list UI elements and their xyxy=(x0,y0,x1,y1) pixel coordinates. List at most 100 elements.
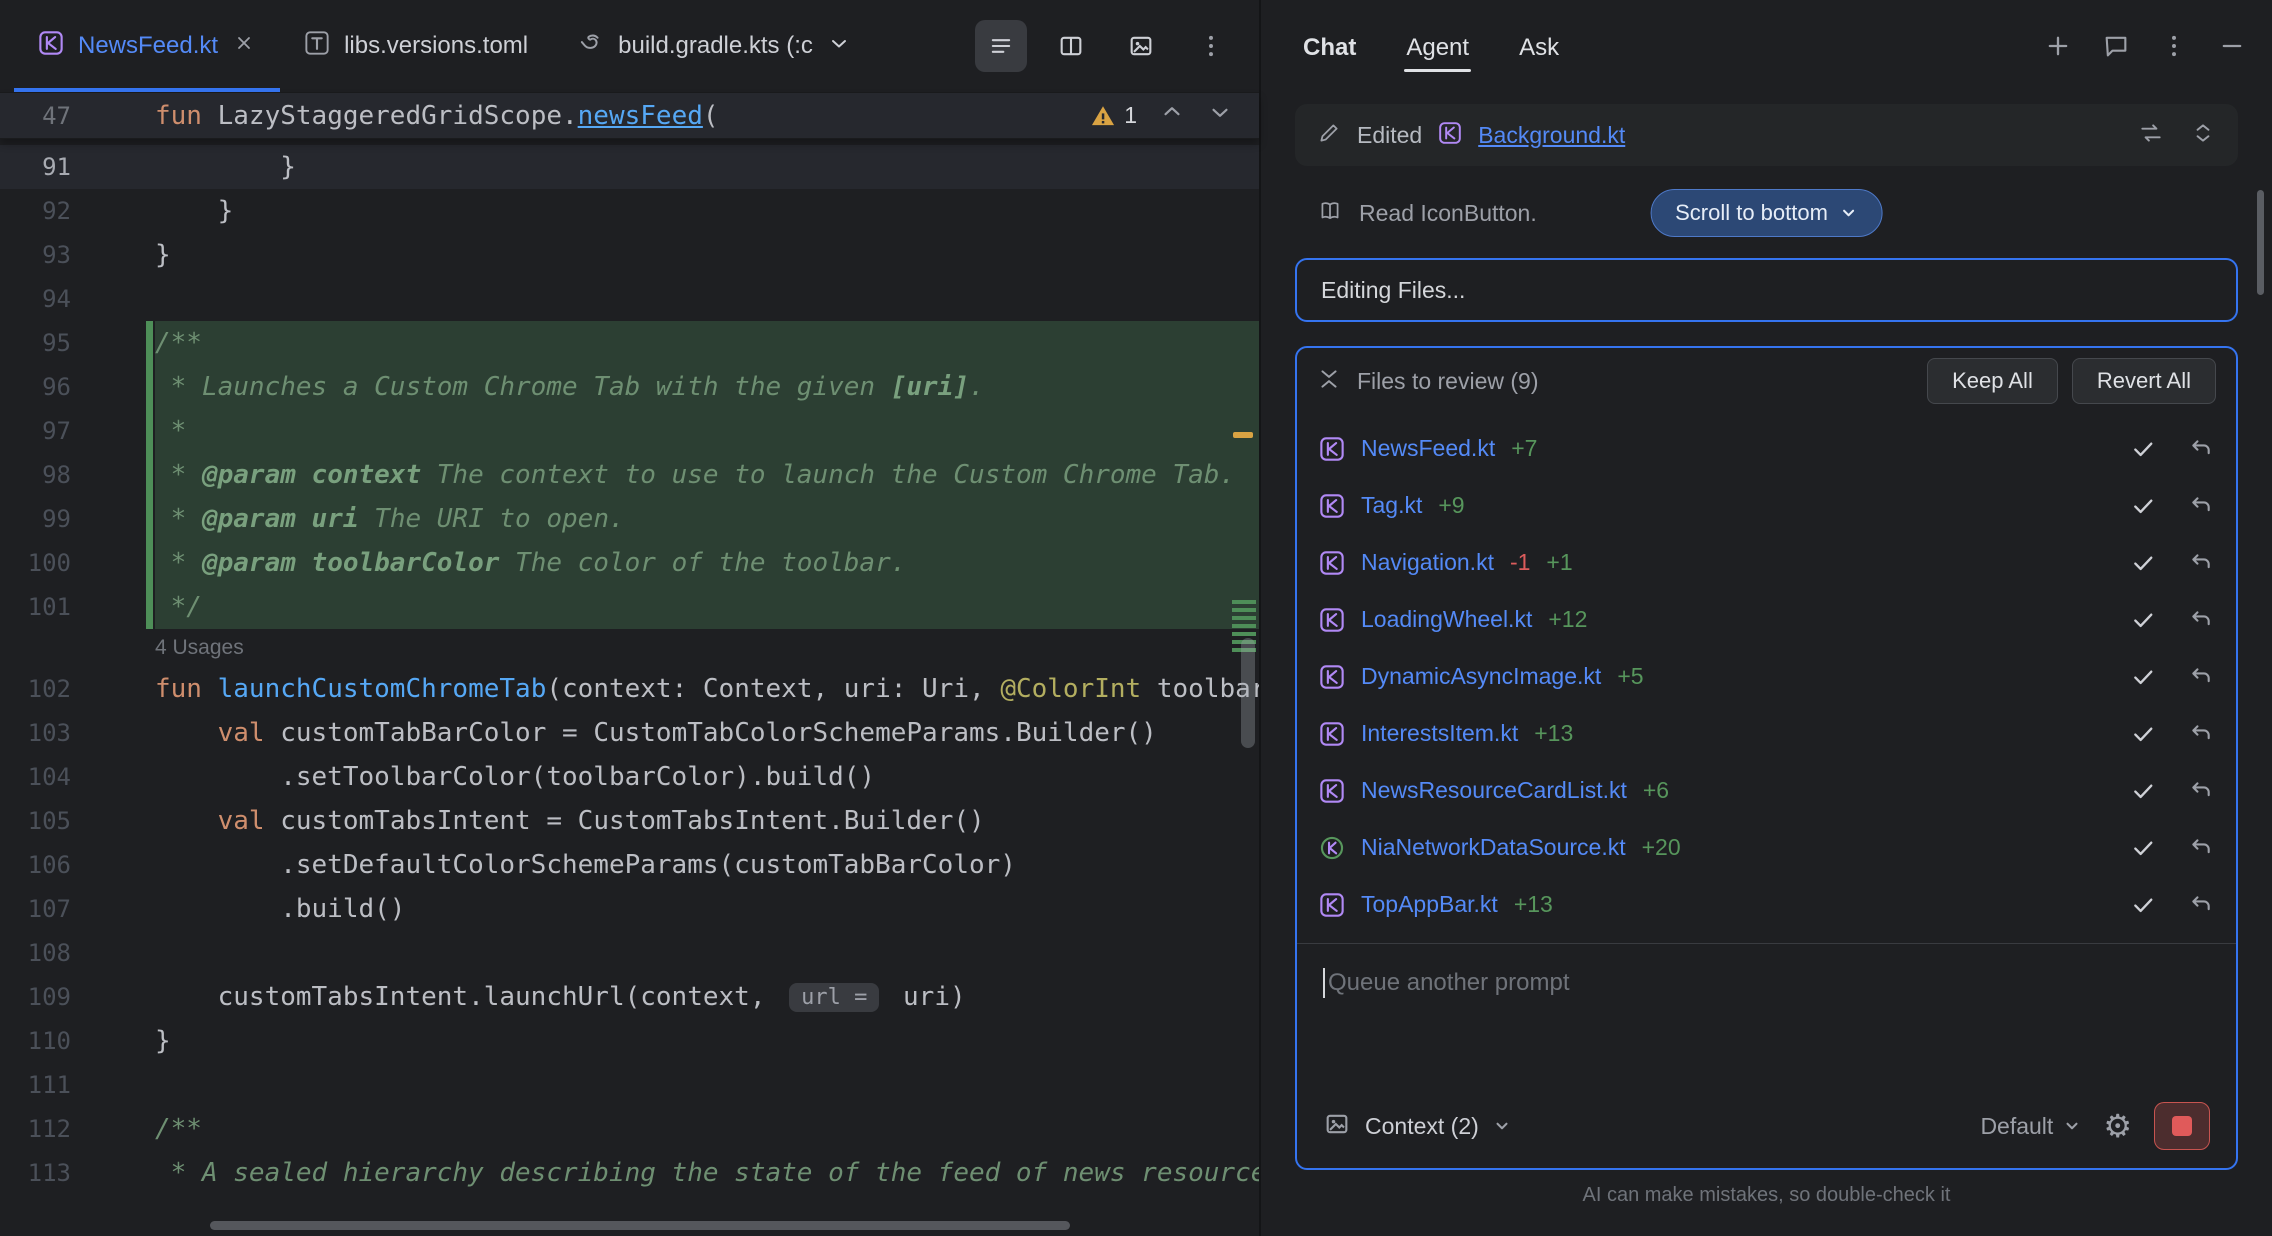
chat-history-icon[interactable] xyxy=(2102,32,2130,65)
editor-more-options-kebab-icon[interactable] xyxy=(1185,20,1237,72)
keep-file-check-icon[interactable] xyxy=(2130,607,2156,633)
code-text[interactable]: .setDefaultColorSchemeParams(customTabBa… xyxy=(155,843,1259,887)
minimize-panel-icon[interactable] xyxy=(2218,32,2246,65)
code-text[interactable]: val customTabsIntent = CustomTabsIntent.… xyxy=(155,799,1259,843)
editor-list-view-button[interactable] xyxy=(975,20,1027,72)
next-problem-chevron-down-icon[interactable] xyxy=(1207,99,1233,132)
file-name-link[interactable]: NewsResourceCardList.kt xyxy=(1361,777,1627,804)
keep-file-check-icon[interactable] xyxy=(2130,436,2156,462)
chat-vertical-scrollbar[interactable] xyxy=(2257,190,2264,295)
file-name-link[interactable]: DynamicAsyncImage.kt xyxy=(1361,663,1601,690)
code-text[interactable]: } xyxy=(155,189,1259,233)
chat-more-options-kebab-icon[interactable] xyxy=(2160,32,2188,65)
review-file-row[interactable]: TopAppBar.kt+13 xyxy=(1297,876,2236,933)
code-text[interactable]: /** xyxy=(155,321,1259,365)
keep-file-check-icon[interactable] xyxy=(2130,835,2156,861)
scroll-to-bottom-button[interactable]: Scroll to bottom xyxy=(1650,189,1883,237)
file-name-link[interactable]: Navigation.kt xyxy=(1361,549,1494,576)
tab-agent[interactable]: Agent xyxy=(1404,24,1471,72)
code-text[interactable] xyxy=(155,931,1259,975)
keep-file-check-icon[interactable] xyxy=(2130,721,2156,747)
revert-file-undo-icon[interactable] xyxy=(2188,436,2214,462)
expand-collapse-icon[interactable] xyxy=(2190,120,2216,151)
edited-file-link[interactable]: Background.kt xyxy=(1478,122,1625,149)
warning-badge[interactable]: 1 xyxy=(1090,102,1137,129)
code-text[interactable] xyxy=(155,1063,1259,1107)
open-diff-icon[interactable] xyxy=(2138,120,2164,151)
prompt-input-area[interactable]: Queue another prompt Context (2) Defau xyxy=(1297,943,2236,1168)
file-name-link[interactable]: InterestsItem.kt xyxy=(1361,720,1518,747)
tab-build-gradle-kts[interactable]: build.gradle.kts (:c xyxy=(552,0,875,92)
chevron-down-icon[interactable] xyxy=(827,31,851,62)
code-text[interactable]: * @param uri The URI to open. xyxy=(155,497,1259,541)
context-selector[interactable]: Context (2) xyxy=(1365,1113,1511,1140)
keep-file-check-icon[interactable] xyxy=(2130,493,2156,519)
code-text[interactable]: } xyxy=(155,233,1259,277)
file-name-link[interactable]: TopAppBar.kt xyxy=(1361,891,1498,918)
revert-file-undo-icon[interactable] xyxy=(2188,835,2214,861)
review-file-row[interactable]: NewsFeed.kt+7 xyxy=(1297,420,2236,477)
revert-file-undo-icon[interactable] xyxy=(2188,892,2214,918)
code-text[interactable]: * @param toolbarColor The color of the t… xyxy=(155,541,1259,585)
tab-libs-versions-toml[interactable]: libs.versions.toml xyxy=(280,0,552,92)
editor-vertical-scrollbar[interactable] xyxy=(1241,638,1255,748)
keep-file-check-icon[interactable] xyxy=(2130,892,2156,918)
sticky-function-header[interactable]: 47 fun LazyStaggeredGridScope.newsFeed( … xyxy=(0,93,1259,139)
usages-hint[interactable]: 4 Usages xyxy=(155,636,244,660)
code-text[interactable]: 4 Usages xyxy=(155,629,1259,667)
review-file-row[interactable]: LoadingWheel.kt+12 xyxy=(1297,591,2236,648)
revert-file-undo-icon[interactable] xyxy=(2188,664,2214,690)
review-file-row[interactable]: InterestsItem.kt+13 xyxy=(1297,705,2236,762)
new-chat-plus-icon[interactable] xyxy=(2044,32,2072,65)
split-editor-button[interactable] xyxy=(1045,20,1097,72)
close-tab-icon[interactable] xyxy=(232,31,256,62)
tab-ask[interactable]: Ask xyxy=(1517,24,1561,72)
code-text[interactable]: /** xyxy=(155,1107,1259,1151)
code-text[interactable]: .setToolbarColor(toolbarColor).build() xyxy=(155,755,1259,799)
code-text[interactable]: * Launches a Custom Chrome Tab with the … xyxy=(155,365,1259,409)
revert-file-undo-icon[interactable] xyxy=(2188,721,2214,747)
stop-generation-button[interactable] xyxy=(2154,1102,2210,1150)
scrollbar-warning-mark[interactable] xyxy=(1233,432,1253,438)
keep-all-button[interactable]: Keep All xyxy=(1927,358,2058,404)
review-file-row[interactable]: Tag.kt+9 xyxy=(1297,477,2236,534)
revert-file-undo-icon[interactable] xyxy=(2188,550,2214,576)
code-editor[interactable]: 91 }92 }93}9495/**96 * Launches a Custom… xyxy=(0,139,1259,1236)
revert-file-undo-icon[interactable] xyxy=(2188,778,2214,804)
revert-file-undo-icon[interactable] xyxy=(2188,607,2214,633)
review-file-row[interactable]: Navigation.kt-1+1 xyxy=(1297,534,2236,591)
code-text[interactable]: val customTabBarColor = CustomTabColorSc… xyxy=(155,711,1259,755)
keep-file-check-icon[interactable] xyxy=(2130,778,2156,804)
edited-file-row[interactable]: Edited Background.kt xyxy=(1295,104,2238,166)
code-text[interactable]: customTabsIntent.launchUrl(context, url … xyxy=(155,975,1259,1019)
file-name-link[interactable]: NiaNetworkDataSource.kt xyxy=(1361,834,1626,861)
code-text[interactable]: * @param context The context to use to l… xyxy=(155,453,1259,497)
revert-file-undo-icon[interactable] xyxy=(2188,493,2214,519)
code-text[interactable]: * xyxy=(155,409,1259,453)
review-file-row[interactable]: NewsResourceCardList.kt+6 xyxy=(1297,762,2236,819)
code-text[interactable]: fun launchCustomChromeTab(context: Conte… xyxy=(155,667,1259,711)
review-file-row[interactable]: DynamicAsyncImage.kt+5 xyxy=(1297,648,2236,705)
tab-newsfeed-kt[interactable]: NewsFeed.kt xyxy=(14,0,280,92)
keep-file-check-icon[interactable] xyxy=(2130,664,2156,690)
code-text[interactable]: */ xyxy=(155,585,1259,629)
code-text[interactable]: .build() xyxy=(155,887,1259,931)
attach-image-icon[interactable] xyxy=(1323,1110,1351,1143)
file-name-link[interactable]: NewsFeed.kt xyxy=(1361,435,1495,462)
file-name-link[interactable]: LoadingWheel.kt xyxy=(1361,606,1532,633)
review-file-row[interactable]: NiaNetworkDataSource.kt+20 xyxy=(1297,819,2236,876)
code-text[interactable]: } xyxy=(155,1019,1259,1063)
previous-problem-chevron-up-icon[interactable] xyxy=(1159,99,1185,132)
code-text[interactable] xyxy=(155,277,1259,321)
revert-all-button[interactable]: Revert All xyxy=(2072,358,2216,404)
code-text[interactable]: * A sealed hierarchy describing the stat… xyxy=(155,1151,1259,1195)
model-selector[interactable]: Default xyxy=(1980,1113,2081,1140)
preview-image-button[interactable] xyxy=(1115,20,1167,72)
keep-file-check-icon[interactable] xyxy=(2130,550,2156,576)
file-name-link[interactable]: Tag.kt xyxy=(1361,492,1422,519)
code-text[interactable]: } xyxy=(155,145,1259,189)
editor-horizontal-scrollbar[interactable] xyxy=(210,1221,1070,1230)
settings-gear-icon[interactable]: ⚙ xyxy=(2103,1110,2132,1142)
collapse-all-icon[interactable] xyxy=(1317,367,1341,396)
tab-chat[interactable]: Chat xyxy=(1301,24,1358,72)
